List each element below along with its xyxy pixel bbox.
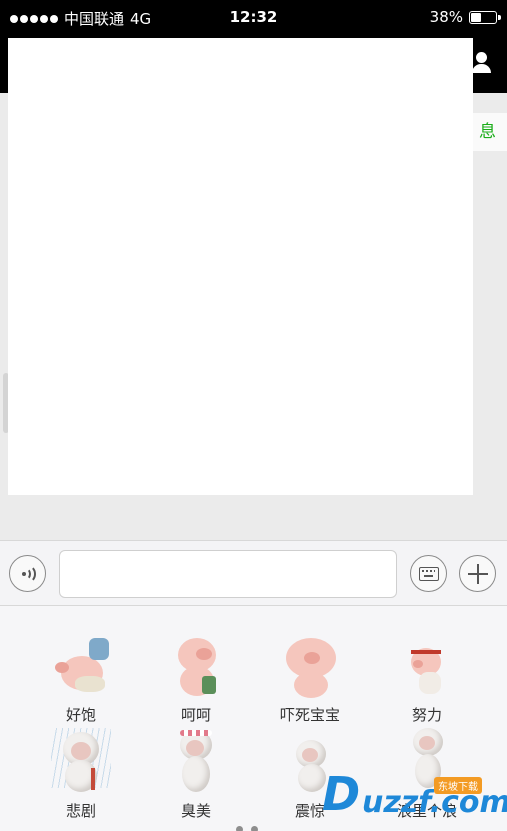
notice-chip[interactable]: 息 bbox=[469, 113, 507, 151]
notice-text: 息 bbox=[479, 122, 496, 142]
sticker-item[interactable]: 悲剧 bbox=[26, 728, 136, 828]
voice-icon bbox=[19, 564, 37, 583]
sticker-item[interactable]: 努力 bbox=[372, 632, 482, 732]
battery-percent: 38% bbox=[429, 8, 463, 26]
sticker-label: 呵呵 bbox=[180, 706, 211, 724]
keyboard-icon bbox=[418, 566, 439, 581]
voice-button[interactable] bbox=[9, 555, 46, 592]
keyboard-button[interactable] bbox=[410, 555, 447, 592]
person-icon[interactable] bbox=[471, 52, 491, 74]
sheep-sticker-icon bbox=[166, 728, 226, 798]
sticker-label: 努力 bbox=[411, 706, 442, 724]
plus-icon bbox=[467, 563, 488, 584]
sticker-item[interactable]: 吓死宝宝 bbox=[255, 632, 365, 732]
sticker-label: 好饱 bbox=[65, 706, 96, 724]
sheep-sticker-icon bbox=[51, 728, 111, 798]
battery-icon bbox=[469, 10, 501, 24]
more-button[interactable] bbox=[459, 555, 496, 592]
message-input[interactable] bbox=[59, 550, 397, 598]
pig-sticker-icon bbox=[51, 632, 111, 702]
sticker-label: 悲剧 bbox=[65, 802, 96, 820]
page-indicator[interactable] bbox=[236, 826, 258, 831]
pig-sticker-icon bbox=[397, 632, 457, 702]
sticker-item[interactable]: 臭美 bbox=[141, 728, 251, 828]
sticker-item[interactable]: 呵呵 bbox=[141, 632, 251, 732]
blank-overlay bbox=[8, 38, 473, 495]
sticker-item[interactable]: 好饱 bbox=[26, 632, 136, 732]
pig-sticker-icon bbox=[280, 632, 340, 702]
pig-sticker-icon bbox=[166, 632, 226, 702]
input-bar bbox=[0, 540, 507, 606]
sticker-label: 吓死宝宝 bbox=[279, 706, 340, 724]
status-bar: 中国联通 4G 12:32 38% bbox=[0, 0, 507, 38]
watermark-logo: D uzzf.com 东坡下载 bbox=[322, 767, 507, 821]
sticker-label: 臭美 bbox=[180, 802, 211, 820]
battery-info: 38% bbox=[429, 8, 501, 26]
